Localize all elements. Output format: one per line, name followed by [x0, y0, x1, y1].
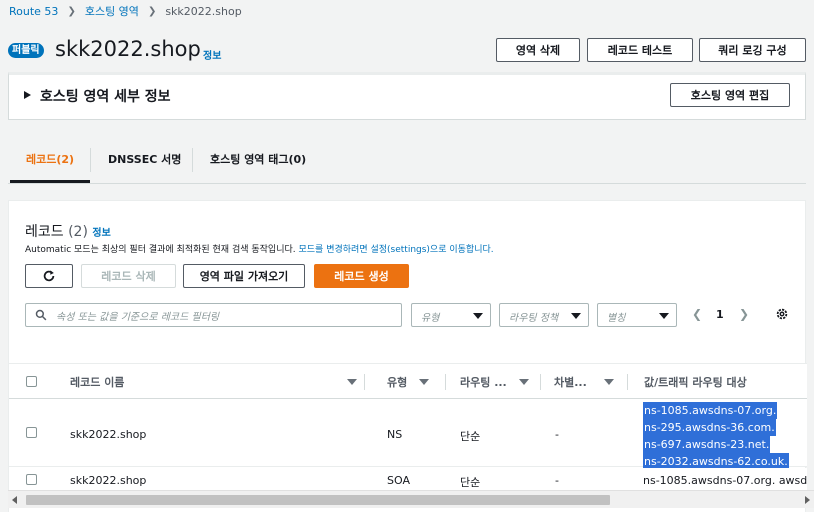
caret-down-icon: [571, 313, 581, 319]
caret-down-icon: [659, 313, 669, 319]
record-value: ns-1085.awsdns-07.org. awsdns: [643, 474, 807, 487]
record-type: NS: [387, 428, 403, 441]
tab-divider: [90, 148, 91, 172]
description-text: Automatic 모드는 최상의 필터 결과에 최적화된 현재 검색 동작입니…: [25, 245, 296, 255]
hosted-zone-details-panel: 호스팅 영역 세부 정보 호스팅 영역 편집: [8, 72, 806, 120]
record-routing: 단순: [460, 476, 481, 489]
caret-down-icon: [473, 313, 483, 319]
sort-down-icon[interactable]: [604, 379, 614, 385]
records-description: Automatic 모드는 최상의 필터 결과에 최적화된 현재 검색 동작입니…: [25, 242, 494, 255]
tab-tags[interactable]: 호스팅 영역 태그(0): [210, 136, 306, 182]
tab-dnssec[interactable]: DNSSEC 서명: [108, 136, 181, 182]
row-checkbox[interactable]: [26, 427, 37, 438]
previous-page-icon[interactable]: ❮: [692, 307, 702, 321]
column-type[interactable]: 유형: [387, 374, 407, 390]
page-title: skk2022.shop: [55, 35, 201, 63]
scroll-left-icon[interactable]: [12, 496, 17, 504]
record-name: skk2022.shop: [70, 428, 147, 441]
records-count: (2): [68, 224, 88, 240]
record-differentiator: -: [555, 474, 559, 487]
sort-down-icon[interactable]: [519, 379, 529, 385]
alias-filter-select[interactable]: 별칭: [597, 303, 677, 327]
records-heading: 레코드 (2) 정보: [25, 221, 111, 241]
delete-record-button[interactable]: 레코드 삭제: [81, 264, 176, 288]
record-type: SOA: [387, 474, 410, 487]
tab-records[interactable]: 레코드(2): [26, 136, 74, 182]
breadcrumb-current: skk2022.shop: [165, 4, 242, 18]
records-container: 레코드 (2) 정보 Automatic 모드는 최상의 필터 결과에 최적화된…: [8, 200, 807, 512]
column-routing[interactable]: 라우팅 ...: [460, 374, 507, 390]
column-divider: [445, 374, 446, 390]
table-row[interactable]: skk2022.shop SOA 단순 - ns-1085.awsdns-07.…: [9, 468, 807, 492]
horizontal-scrollbar[interactable]: [8, 490, 814, 508]
record-value-line: ns-1085.awsdns-07.org.: [643, 402, 778, 419]
records-info-link[interactable]: 정보: [92, 228, 110, 239]
column-record-name[interactable]: 레코드 이름: [70, 374, 124, 390]
record-value-line: ns-295.awsdns-36.com.: [643, 419, 776, 436]
routing-policy-filter-label: 라우팅 정책: [509, 313, 559, 324]
sort-down-icon[interactable]: [347, 379, 357, 385]
scrollbar-thumb[interactable]: [26, 495, 610, 505]
record-value: ns-1085.awsdns-07.org. ns-295.awsdns-36.…: [643, 402, 789, 470]
refresh-button[interactable]: [25, 264, 73, 288]
record-value-line: ns-697.awsdns-23.net.: [643, 436, 771, 453]
tab-active-indicator: [10, 180, 90, 183]
next-page-icon[interactable]: ❯: [739, 307, 749, 321]
page-title-text: skk2022.shop: [55, 37, 201, 61]
details-panel-title[interactable]: 호스팅 영역 세부 정보: [40, 86, 171, 106]
record-name: skk2022.shop: [70, 474, 147, 487]
gear-icon[interactable]: [775, 307, 789, 321]
records-title: 레코드: [25, 224, 64, 240]
column-divider: [627, 374, 628, 390]
title-info-link[interactable]: 정보: [203, 47, 221, 62]
public-badge: 퍼블릭: [8, 43, 44, 58]
refresh-icon: [43, 270, 55, 282]
row-checkbox[interactable]: [26, 474, 37, 485]
routing-policy-filter-select[interactable]: 라우팅 정책: [499, 303, 589, 327]
breadcrumb: Route 53 ❯ 호스팅 영역 ❯ skk2022.shop: [9, 3, 242, 19]
chevron-right-icon: ❯: [147, 5, 157, 17]
import-zone-file-button[interactable]: 영역 파일 가져오기: [183, 264, 305, 288]
tab-divider: [192, 148, 193, 172]
tabs: 레코드(2) DNSSEC 서명 호스팅 영역 태그(0): [8, 136, 806, 184]
column-divider: [364, 374, 365, 390]
delete-zone-button[interactable]: 영역 삭제: [496, 38, 580, 62]
breadcrumb-hosted-zones[interactable]: 호스팅 영역: [85, 3, 139, 19]
test-record-button[interactable]: 레코드 테스트: [587, 38, 693, 62]
sort-down-icon[interactable]: [419, 379, 429, 385]
record-routing: 단순: [460, 430, 481, 443]
alias-filter-label: 별칭: [607, 313, 626, 324]
type-filter-select[interactable]: 유형: [411, 303, 491, 327]
search-placeholder: 속성 또는 값을 기준으로 레코드 필터링: [56, 312, 220, 323]
breadcrumb-route53[interactable]: Route 53: [9, 5, 58, 18]
record-differentiator: -: [555, 428, 559, 441]
scroll-right-icon[interactable]: [805, 496, 810, 504]
table-header: 레코드 이름 유형 라우팅 ... 차별... 값/트래픽 라우팅 대상: [9, 363, 807, 399]
settings-link[interactable]: 모드를 변경하려면 설정(settings)으로 이동합니다.: [299, 245, 494, 255]
table-row[interactable]: skk2022.shop NS 단순 - ns-1085.awsdns-07.o…: [9, 399, 807, 470]
caret-right-icon[interactable]: [24, 91, 31, 99]
create-record-button[interactable]: 레코드 생성: [314, 264, 409, 288]
search-input[interactable]: 속성 또는 값을 기준으로 레코드 필터링: [25, 303, 402, 327]
column-divider: [540, 374, 541, 390]
column-differentiator[interactable]: 차별...: [554, 374, 587, 390]
search-icon: [35, 309, 47, 321]
query-logging-button[interactable]: 쿼리 로깅 구성: [699, 38, 806, 62]
select-all-checkbox[interactable]: [26, 376, 37, 387]
type-filter-label: 유형: [421, 313, 440, 324]
chevron-right-icon: ❯: [67, 5, 76, 17]
edit-hosted-zone-button[interactable]: 호스팅 영역 편집: [670, 83, 790, 107]
page-number[interactable]: 1: [716, 308, 724, 321]
column-value[interactable]: 값/트래픽 라우팅 대상: [644, 374, 747, 390]
